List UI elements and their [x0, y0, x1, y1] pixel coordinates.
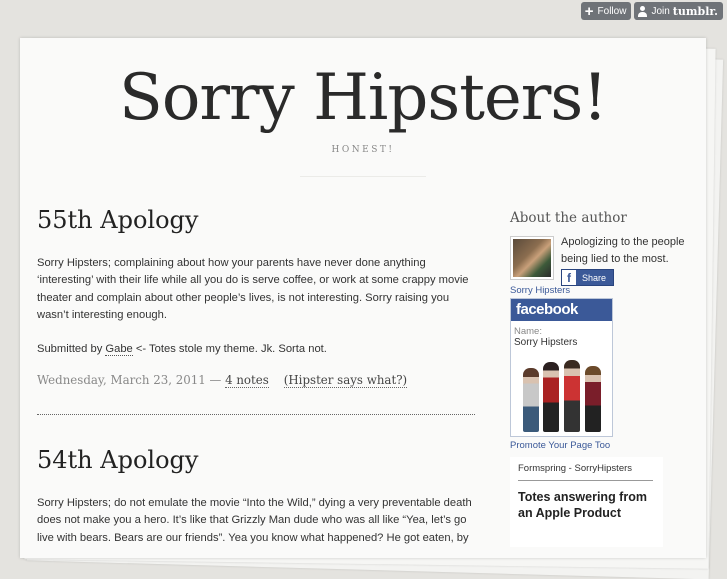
post-title[interactable]: 54th Apology — [37, 445, 475, 475]
promote-page-link[interactable]: Promote Your Page Too — [510, 440, 690, 451]
page-paper: Sorry Hipsters! HONEST! 55th Apology Sor… — [20, 38, 706, 558]
post: 54th Apology Sorry Hipsters; do not emul… — [37, 445, 475, 547]
plus-icon: + — [584, 2, 594, 20]
author-avatar[interactable] — [510, 236, 554, 280]
post: 55th Apology Sorry Hipsters; complaining… — [37, 205, 475, 389]
post-submission: Submitted by Gabe <- Totes stole my them… — [37, 341, 475, 358]
formspring-title[interactable]: Formspring - SorryHipsters — [518, 463, 653, 481]
facebook-badge[interactable]: facebook Name: Sorry Hipsters — [510, 298, 613, 437]
notes-link[interactable]: 4 notes — [225, 373, 269, 389]
post-paragraph: Sorry Hipsters; do not emulate the movie… — [37, 497, 472, 544]
facebook-icon: f — [562, 270, 576, 285]
tumblr-brand: tumblr. — [672, 4, 718, 18]
facebook-share-button[interactable]: f Share — [561, 269, 614, 286]
author-description: Apologizing to the people being lied to … — [561, 236, 685, 265]
author-block: Apologizing to the people being lied to … — [510, 236, 690, 286]
fb-name: Sorry Hipsters — [514, 337, 578, 348]
blog-title[interactable]: Sorry Hipsters! — [20, 58, 706, 138]
sidebar: About the author Apologizing to the peop… — [510, 210, 690, 547]
follow-label: Follow — [597, 5, 627, 17]
person-icon — [638, 5, 648, 17]
post-divider — [37, 414, 475, 415]
facebook-logo: facebook — [511, 299, 612, 321]
submitted-suffix: <- Totes stole my theme. Jk. Sorta not. — [132, 343, 327, 356]
post-title[interactable]: 55th Apology — [37, 205, 475, 235]
fb-name-label: Name: — [514, 326, 542, 337]
facebook-page-link[interactable]: Sorry Hipsters — [510, 285, 690, 296]
comments-link[interactable]: (Hipster says what?) — [283, 373, 408, 389]
meta-separator: — — [205, 373, 226, 388]
sidebar-heading: About the author — [510, 210, 627, 226]
formspring-widget: Formspring - SorryHipsters Totes answeri… — [510, 457, 663, 547]
share-label: Share — [582, 272, 607, 283]
join-label: Join — [651, 5, 670, 17]
post-date[interactable]: Wednesday, March 23, 2011 — [37, 373, 206, 387]
formspring-question[interactable]: Totes answering from an Apple Product — [518, 489, 663, 521]
submitter-link[interactable]: Gabe — [105, 343, 133, 357]
post-paragraph: Sorry Hipsters; complaining about how yo… — [37, 257, 469, 321]
tumblr-controls: + Follow Join tumblr. — [580, 2, 723, 20]
submitted-prefix: Submitted by — [37, 343, 106, 356]
post-body: Sorry Hipsters; complaining about how yo… — [37, 255, 475, 358]
header-divider — [300, 176, 426, 177]
post-meta: Wednesday, March 23, 2011 — 4 notes (Hip… — [37, 373, 475, 389]
follow-button[interactable]: + Follow — [580, 2, 632, 20]
blog-subtitle: HONEST! — [331, 145, 395, 155]
join-tumblr-button[interactable]: Join tumblr. — [634, 2, 723, 20]
post-body: Sorry Hipsters; do not emulate the movie… — [37, 495, 475, 547]
facebook-profile-photo — [518, 354, 605, 432]
